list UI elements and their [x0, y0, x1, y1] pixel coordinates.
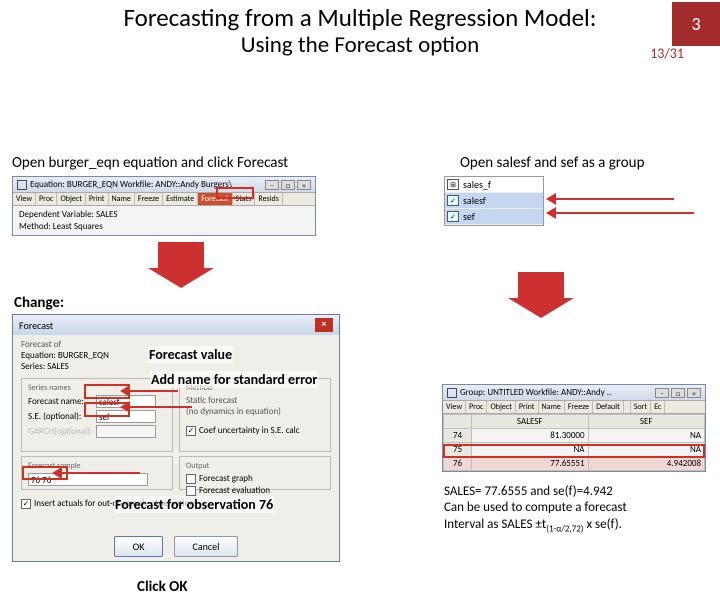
- coef-unc-label: Coef uncertainty in S.E. calc: [199, 425, 300, 436]
- tb-view[interactable]: View: [443, 401, 466, 413]
- out-graph-label: Forecast graph: [199, 473, 253, 484]
- title-sub: Using the Forecast option: [0, 31, 720, 59]
- tb-freeze[interactable]: Freeze: [135, 193, 163, 205]
- series-icon: ⊞: [447, 179, 459, 190]
- arrow-salesf-field: [128, 390, 178, 392]
- col-sef: SEF: [588, 415, 705, 429]
- equation-title: Equation: BURGER_EQN Workfile: ANDY::And…: [30, 179, 232, 190]
- group-window: Group: UNTITLED Workfile: ANDY::Andy .. …: [442, 384, 706, 472]
- tb-sort[interactable]: Sort: [631, 401, 651, 413]
- table-row: 75 NA NA: [444, 443, 705, 457]
- anno-add-se: Add name for standard error: [150, 371, 318, 388]
- equation-icon: [17, 180, 27, 190]
- tb-blank[interactable]: [624, 401, 631, 413]
- tb-name[interactable]: Name: [109, 193, 135, 205]
- tb-proc[interactable]: Proc: [466, 401, 487, 413]
- forecast-title-bar: Forecast ×: [13, 315, 339, 335]
- eq-dep-var: Dependent Variable: SALES: [19, 209, 309, 221]
- coef-unc-checkbox[interactable]: ✓: [186, 426, 196, 436]
- se-label: S.E. (optional):: [28, 411, 94, 422]
- window-min-icon[interactable]: –: [655, 388, 669, 398]
- arrow-salesf: [554, 198, 674, 200]
- out-graph-checkbox[interactable]: [186, 474, 196, 484]
- window-max-icon[interactable]: □: [671, 388, 685, 398]
- garch-input: [96, 425, 156, 438]
- col-blank: [444, 415, 472, 429]
- fc-sample-input[interactable]: 76 76: [28, 473, 148, 486]
- fc-sample-label: Forecast sample: [28, 461, 166, 471]
- insert-actuals-checkbox[interactable]: ✓: [21, 499, 31, 509]
- group-title-bar: Group: UNTITLED Workfile: ANDY::Andy .. …: [443, 385, 705, 400]
- cancel-button[interactable]: Cancel: [174, 536, 239, 557]
- tb-print[interactable]: Print: [86, 193, 109, 205]
- close-icon[interactable]: ×: [315, 318, 333, 332]
- caption-left-top: Open burger_eqn equation and click Forec…: [12, 154, 288, 172]
- down-arrow-left: [158, 242, 204, 270]
- caption-change: Change:: [14, 294, 64, 312]
- page-number: 3: [672, 2, 720, 46]
- tb-estimate[interactable]: Estimate: [163, 193, 198, 205]
- result-text: SALES= 77.6555 and se(f)=4.942 Can be us…: [444, 484, 627, 534]
- method-text: Static forecast (no dynamics in equation…: [186, 395, 324, 417]
- fc-name-label: Forecast name:: [28, 396, 94, 407]
- arrow-sef: [554, 212, 694, 214]
- series-icon: ✓: [447, 195, 459, 206]
- out-eval-checkbox[interactable]: [186, 486, 196, 496]
- table-row-highlight: 76 77.65551 4.942008: [444, 457, 705, 471]
- series-icon: ✓: [447, 211, 459, 222]
- group-title: Group: UNTITLED Workfile: ANDY::Andy ..: [460, 387, 611, 398]
- eq-method: Method: Least Squares: [19, 221, 309, 233]
- tb-ec[interactable]: Ec: [651, 401, 665, 413]
- out-eval-label: Forecast evaluation: [199, 485, 270, 496]
- tb-object[interactable]: Object: [487, 401, 515, 413]
- result-line2: Can be used to compute a forecast: [444, 500, 627, 516]
- window-close-icon[interactable]: ×: [687, 388, 701, 398]
- tb-proc[interactable]: Proc: [36, 193, 57, 205]
- group-table: SALESF SEF 74 81.30000 NA 75 NA NA 76 77…: [443, 414, 705, 471]
- col-salesf: SALESF: [472, 415, 589, 429]
- list-item[interactable]: ⊞sales_f: [445, 177, 543, 193]
- tb-resids[interactable]: Resids: [255, 193, 282, 205]
- tb-view[interactable]: View: [13, 193, 36, 205]
- anno-obs76: Forecast for observation 76: [114, 496, 274, 513]
- list-item[interactable]: ✓salesf: [445, 193, 543, 209]
- tb-default[interactable]: Default: [593, 401, 624, 413]
- tb-object[interactable]: Object: [57, 193, 85, 205]
- window-max-icon[interactable]: □: [281, 180, 295, 190]
- caption-right-top: Open salesf and sef as a group: [460, 154, 644, 172]
- group-toolbar: View Proc Object Print Name Freeze Defau…: [443, 400, 705, 414]
- table-row: 74 81.30000 NA: [444, 429, 705, 443]
- garch-label: GARCH(optional):: [28, 426, 94, 437]
- tb-stats[interactable]: Stats: [233, 193, 256, 205]
- tb-freeze[interactable]: Freeze: [565, 401, 593, 413]
- window-close-icon[interactable]: ×: [297, 180, 311, 190]
- anno-forecast-value: Forecast value: [148, 346, 233, 363]
- arrow-sample: [60, 472, 140, 474]
- result-line3: Interval as SALES ±t(1-α/2,72) x se(f).: [444, 517, 627, 535]
- result-line1: SALES= 77.6555 and se(f)=4.942: [444, 484, 627, 500]
- equation-title-bar: Equation: BURGER_EQN Workfile: ANDY::And…: [13, 177, 315, 192]
- slide-count: 13/31: [650, 45, 684, 62]
- anno-click-ok: Click OK: [136, 578, 189, 596]
- window-min-icon[interactable]: –: [265, 180, 279, 190]
- forecast-title: Forecast: [19, 319, 53, 332]
- tb-name[interactable]: Name: [539, 401, 565, 413]
- tb-print[interactable]: Print: [516, 401, 539, 413]
- tb-forecast[interactable]: Forecast: [198, 193, 232, 205]
- group-icon: [447, 388, 457, 398]
- equation-toolbar: View Proc Object Print Name Freeze Estim…: [13, 192, 315, 206]
- down-arrow-right: [518, 272, 564, 300]
- arrow-sef-field: [128, 406, 192, 408]
- equation-window: Equation: BURGER_EQN Workfile: ANDY::And…: [12, 176, 316, 236]
- output-label: Output: [186, 461, 324, 471]
- list-item[interactable]: ✓sef: [445, 209, 543, 225]
- ok-button[interactable]: OK: [114, 536, 164, 557]
- series-list: ⊞sales_f ✓salesf ✓sef: [444, 176, 544, 226]
- title-main: Forecasting from a Multiple Regression M…: [0, 2, 720, 33]
